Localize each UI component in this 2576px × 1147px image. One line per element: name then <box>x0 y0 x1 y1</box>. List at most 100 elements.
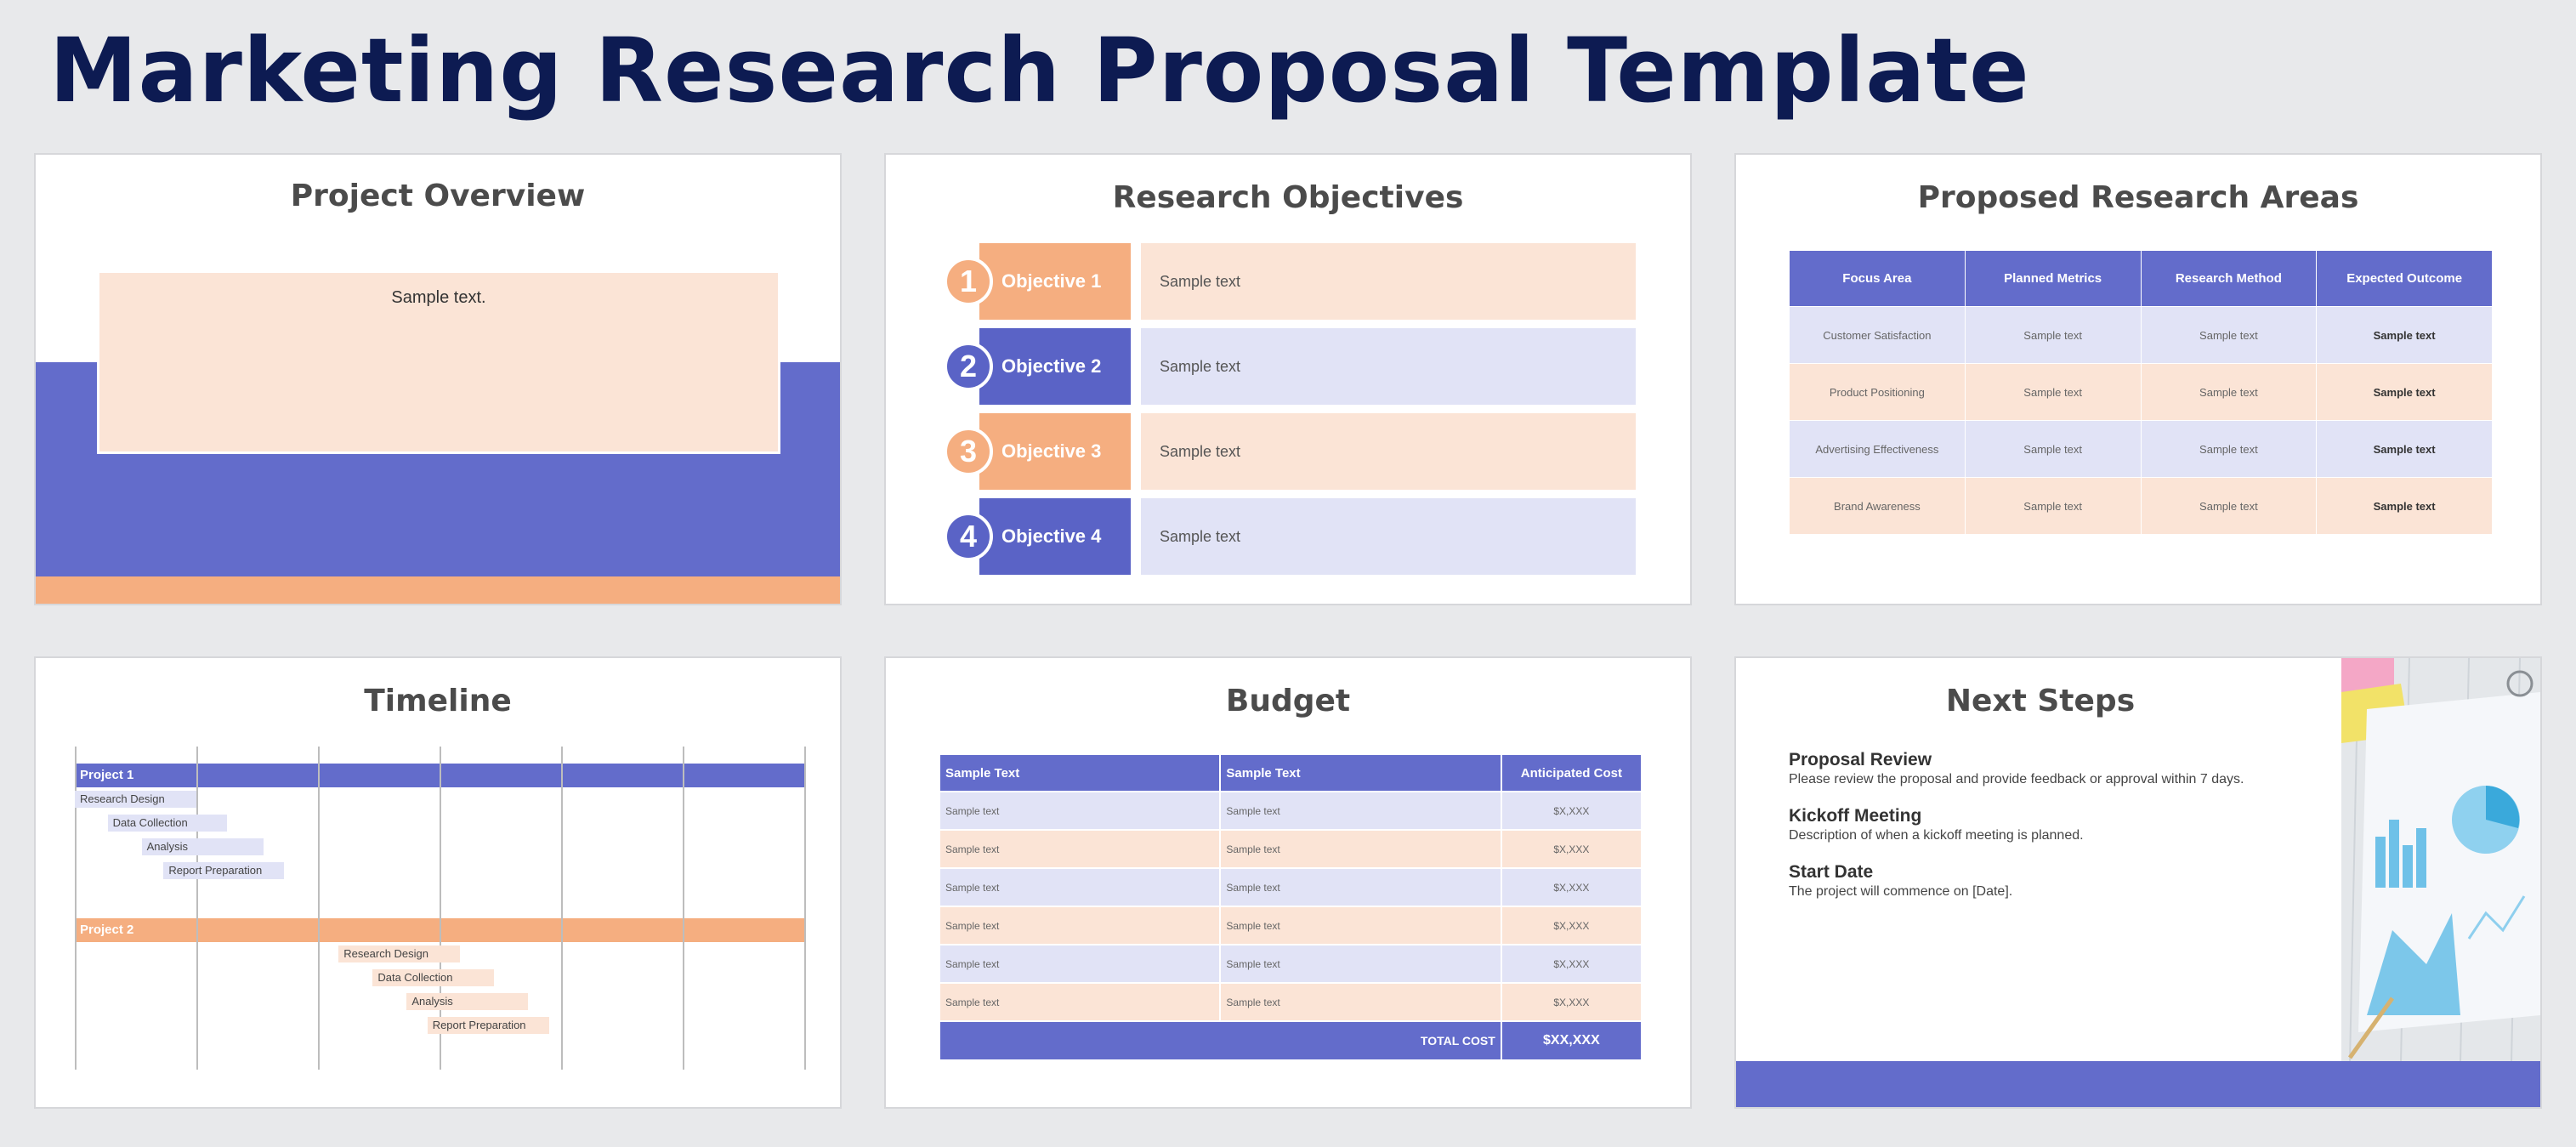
table-cell[interactable]: $X,XXX <box>1500 906 1643 945</box>
objective-row: 2 Objective 2 Sample text <box>944 328 1636 405</box>
table-cell[interactable]: Customer Satisfaction <box>1789 306 1966 364</box>
objective-text[interactable]: Sample text <box>1141 498 1636 575</box>
budget-card: Budget Sample Text Sample Text Anticipat… <box>884 656 1692 1109</box>
table-cell[interactable]: $X,XXX <box>1500 829 1643 869</box>
timeline-task-bar[interactable]: Research Design <box>338 945 461 962</box>
budget-header-cell: Anticipated Cost <box>1500 753 1643 792</box>
table-row: Sample text Sample text $X,XXX <box>938 906 1643 945</box>
table-cell[interactable]: Sample text <box>2316 306 2493 364</box>
timeline-task-bar[interactable]: Analysis <box>406 993 529 1010</box>
table-cell[interactable]: Sample text <box>2140 363 2318 421</box>
table-row: Customer Satisfaction Sample text Sample… <box>1789 306 2493 364</box>
objective-text[interactable]: Sample text <box>1141 328 1636 405</box>
table-row: Advertising Effectiveness Sample text Sa… <box>1789 420 2493 478</box>
next-steps-list: Proposal Review Please review the propos… <box>1789 750 2316 918</box>
table-cell[interactable]: Sample text <box>938 791 1222 831</box>
table-cell[interactable]: Sample text <box>938 982 1222 1022</box>
research-areas-title: Proposed Research Areas <box>1917 180 2359 215</box>
table-row: Sample text Sample text $X,XXX <box>938 829 1643 869</box>
table-cell[interactable]: $X,XXX <box>1500 867 1643 907</box>
timeline-card: Timeline Project 1 Project 2 Week 1Week … <box>34 656 842 1109</box>
list-item: Kickoff Meeting Description of when a ki… <box>1789 806 2316 843</box>
budget-header-cell: Sample Text <box>1219 753 1502 792</box>
total-cost-value[interactable]: $XX,XXX <box>1500 1020 1643 1061</box>
timeline-task-bar[interactable]: Report Preparation <box>163 862 284 879</box>
areas-header-cell: Expected Outcome <box>2316 250 2493 307</box>
table-cell[interactable]: Product Positioning <box>1789 363 1966 421</box>
gantt-chart: Project 1 Project 2 Week 1Week 2Week 3We… <box>75 747 806 1070</box>
table-cell[interactable]: Sample text <box>1219 791 1502 831</box>
objective-text[interactable]: Sample text <box>1141 413 1636 490</box>
table-cell[interactable]: Sample text <box>1219 829 1502 869</box>
table-row: Product Positioning Sample text Sample t… <box>1789 363 2493 421</box>
table-cell[interactable]: Sample text <box>2316 363 2493 421</box>
list-item: Proposal Review Please review the propos… <box>1789 750 2316 787</box>
overview-orange-strip <box>36 576 840 604</box>
table-cell[interactable]: Sample text <box>1964 363 2142 421</box>
table-cell[interactable]: Brand Awareness <box>1789 477 1966 535</box>
step-title: Proposal Review <box>1789 750 1932 769</box>
objective-row: 4 Objective 4 Sample text <box>944 498 1636 575</box>
project-overview-card: Project Overview Sample text. <box>34 153 842 605</box>
timeline-gridline <box>804 747 806 1070</box>
areas-header-cell: Research Method <box>2140 250 2318 307</box>
overview-text-box[interactable]: Sample text. <box>97 270 780 454</box>
table-cell[interactable]: $X,XXX <box>1500 944 1643 984</box>
table-cell[interactable]: Sample text <box>938 829 1222 869</box>
timeline-task-bar[interactable]: Research Design <box>75 791 196 808</box>
table-row: Sample text Sample text $X,XXX <box>938 791 1643 831</box>
step-title: Start Date <box>1789 862 1874 882</box>
page-title: Marketing Research Proposal Template <box>49 19 2030 122</box>
table-row: Sample text Sample text $X,XXX <box>938 867 1643 907</box>
table-row: Brand Awareness Sample text Sample text … <box>1789 477 2493 535</box>
table-cell[interactable]: Sample text <box>1219 944 1502 984</box>
list-item: Start Date The project will commence on … <box>1789 862 2316 900</box>
timeline-task-bar[interactable]: Data Collection <box>107 815 227 832</box>
table-cell[interactable]: Sample text <box>1964 420 2142 478</box>
research-areas-table: Focus Area Planned Metrics Research Meth… <box>1789 250 2493 535</box>
table-cell[interactable]: Sample text <box>1964 306 2142 364</box>
research-objectives-title: Research Objectives <box>1112 180 1464 215</box>
table-cell[interactable]: Sample text <box>1964 477 2142 535</box>
objective-label: Objective 1 <box>979 243 1131 320</box>
objective-text[interactable]: Sample text <box>1141 243 1636 320</box>
office-desk-photo-icon <box>2341 658 2540 1063</box>
next-steps-card: Next Steps Proposal Review Please review… <box>1734 656 2542 1109</box>
timeline-task-bar[interactable]: Data Collection <box>372 969 495 986</box>
timeline-task-bar[interactable]: Report Preparation <box>427 1017 549 1034</box>
table-cell[interactable]: $X,XXX <box>1500 791 1643 831</box>
table-cell[interactable]: Sample text <box>938 867 1222 907</box>
table-cell[interactable]: $X,XXX <box>1500 982 1643 1022</box>
timeline-gridline <box>196 747 198 1070</box>
timeline-task-bar[interactable]: Analysis <box>141 838 264 855</box>
objective-label: Objective 3 <box>979 413 1131 490</box>
timeline-gridline <box>683 747 684 1070</box>
table-cell[interactable]: Sample text <box>938 944 1222 984</box>
table-cell[interactable]: Sample text <box>938 906 1222 945</box>
total-row: TOTAL COST $XX,XXX <box>939 1020 1643 1061</box>
step-description[interactable]: Description of when a kickoff meeting is… <box>1789 828 2316 843</box>
table-cell[interactable]: Sample text <box>2316 420 2493 478</box>
step-description[interactable]: The project will commence on [Date]. <box>1789 884 2316 900</box>
table-cell[interactable]: Sample text <box>2140 420 2318 478</box>
objective-number-badge: 2 <box>944 342 993 391</box>
table-cell[interactable]: Sample text <box>2316 477 2493 535</box>
research-objectives-card: Research Objectives 1 Objective 1 Sample… <box>884 153 1692 605</box>
budget-table: Sample Text Sample Text Anticipated Cost… <box>938 753 1643 1061</box>
table-cell[interactable]: Sample text <box>1219 982 1502 1022</box>
objective-row: 3 Objective 3 Sample text <box>944 413 1636 490</box>
objective-number-badge: 4 <box>944 512 993 561</box>
table-cell[interactable]: Sample text <box>2140 477 2318 535</box>
budget-header-cell: Sample Text <box>938 753 1222 792</box>
step-title: Kickoff Meeting <box>1789 806 1922 826</box>
table-cell[interactable]: Sample text <box>1219 867 1502 907</box>
research-areas-card: Proposed Research Areas Focus Area Plann… <box>1734 153 2542 605</box>
step-description[interactable]: Please review the proposal and provide f… <box>1789 772 2316 787</box>
next-steps-title: Next Steps <box>1945 684 2136 718</box>
objective-number-badge: 1 <box>944 257 993 306</box>
table-row: Sample text Sample text $X,XXX <box>938 982 1643 1022</box>
table-cell[interactable]: Sample text <box>1219 906 1502 945</box>
next-steps-footer-band <box>1736 1061 2540 1107</box>
table-cell[interactable]: Advertising Effectiveness <box>1789 420 1966 478</box>
table-cell[interactable]: Sample text <box>2140 306 2318 364</box>
